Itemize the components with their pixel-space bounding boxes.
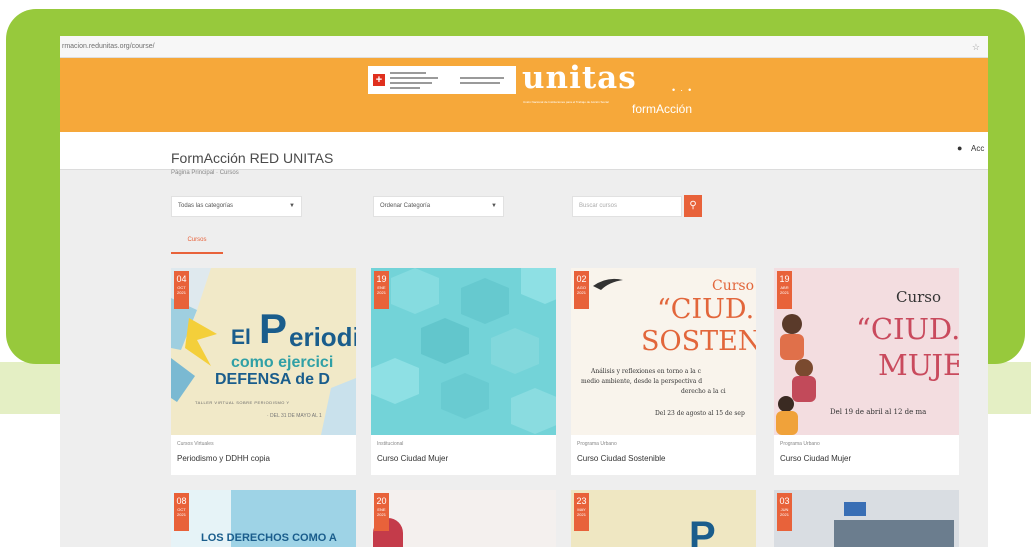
date-badge: 23 MAY 2021 xyxy=(574,493,589,531)
course-category: Institucional xyxy=(377,441,404,447)
art-line-1: El xyxy=(231,326,251,349)
art-line-5: TALLER VIRTUAL SOBRE PERIODISMO Y xyxy=(195,400,290,405)
course-card[interactable]: P 23 MAY 2021 xyxy=(571,490,756,547)
category-select-value: Todas las categorías xyxy=(178,203,234,209)
art-big-letter: P xyxy=(259,305,288,352)
address-bar[interactable]: rmacion.redunitas.org/course/ ☆ xyxy=(60,36,988,58)
date-year: 2021 xyxy=(780,290,789,295)
date-day: 08 xyxy=(176,496,187,506)
date-day: 20 xyxy=(376,496,387,506)
search-placeholder: Buscar cursos xyxy=(579,203,618,209)
cooperation-logo: + xyxy=(368,66,516,94)
date-badge: 08 OCT 2021 xyxy=(174,493,189,531)
course-category: Programa Urbano xyxy=(577,441,617,447)
url-text: rmacion.redunitas.org/course/ xyxy=(62,43,155,50)
date-badge: 20 ENE 2021 xyxy=(374,493,389,531)
art-dates: Del 19 de abril al 12 de ma xyxy=(830,408,927,416)
course-card[interactable]: Curso “CIUD. SOSTEN Análisis y reflexion… xyxy=(571,268,756,475)
course-card[interactable]: LOS DERECHOS COMO A 08 OCT 2021 xyxy=(171,490,356,547)
art-sosten: SOSTEN xyxy=(641,326,756,357)
art-line-3: como ejercici xyxy=(231,354,334,371)
art-line-4: DEFENSA de D xyxy=(215,371,330,388)
course-title[interactable]: Curso Ciudad Sostenible xyxy=(577,454,666,463)
course-card[interactable]: 03 JUN 2021 xyxy=(774,490,959,547)
date-year: 2021 xyxy=(377,512,386,517)
art-ciud: “CIUD. xyxy=(856,312,959,346)
login-link[interactable]: Acc xyxy=(971,144,984,153)
art-muje: MUJE xyxy=(878,348,959,382)
date-badge: 02 AGO 2021 xyxy=(574,271,589,309)
formaccion-logo: formAcción xyxy=(632,102,693,116)
date-day: 02 xyxy=(576,274,587,284)
course-card[interactable]: Curso “CIUD. MUJE Del 19 de abril al 12 … xyxy=(774,268,959,475)
unitas-tagline: Unión Nacional de Instituciones para el … xyxy=(523,100,609,104)
course-image: 19 ENE 2021 xyxy=(371,268,556,435)
course-card[interactable]: 20 ENE 2021 xyxy=(371,490,556,547)
order-select-value: Ordenar Categoría xyxy=(380,203,431,209)
date-badge: 19 ENE 2021 xyxy=(374,271,389,309)
date-year: 2021 xyxy=(577,512,586,517)
art-line-1: LOS DERECHOS COMO A xyxy=(201,532,337,544)
header-banner: + unitas Unión Nacional de Instituciones… xyxy=(60,58,988,132)
course-card[interactable]: 19 ENE 2021 Institucional Curso Ciudad Muj… xyxy=(371,268,556,475)
photo-crowd xyxy=(834,520,954,547)
slide-canvas: rmacion.redunitas.org/course/ ☆ + unitas… xyxy=(0,0,1031,547)
date-badge: 03 JUN 2021 xyxy=(777,493,792,531)
course-title[interactable]: Periodismo y DDHH copia xyxy=(177,454,270,463)
date-year: 2021 xyxy=(377,290,386,295)
date-year: 2021 xyxy=(780,512,789,517)
course-image: Curso “CIUD. MUJE Del 19 de abril al 12 … xyxy=(774,268,959,435)
date-day: 03 xyxy=(779,496,790,506)
photo-sign xyxy=(844,502,866,516)
date-badge: 04 OCT 2021 xyxy=(174,271,189,309)
art-dates: Del 23 de agosto al 15 de sep xyxy=(655,410,745,417)
art-desc-2: medio ambiente, desde la perspectiva d xyxy=(581,378,703,385)
art-curso: Curso xyxy=(896,288,942,306)
tab-cursos[interactable]: Cursos xyxy=(171,232,223,254)
date-badge: 19 ABR 2021 xyxy=(777,271,792,309)
art-desc-3: derecho a la ci xyxy=(681,388,726,395)
art-curso: Curso xyxy=(712,278,755,294)
stars-icon: •·• xyxy=(672,85,697,95)
unitas-logo: unitas xyxy=(522,60,637,96)
date-day: 19 xyxy=(376,274,387,284)
chevron-down-icon: ▼ xyxy=(289,203,295,209)
order-select[interactable]: Ordenar Categoría ▼ xyxy=(373,196,504,217)
art-desc-1: Análisis y reflexiones en torno a la c xyxy=(591,368,702,375)
breadcrumb[interactable]: Página Principal · Cursos xyxy=(171,170,239,176)
date-day: 19 xyxy=(779,274,790,284)
course-image: El P eriodi como ejercici DEFENSA de D T… xyxy=(171,268,356,435)
course-title[interactable]: Curso Ciudad Mujer xyxy=(780,454,851,463)
search-input[interactable]: Buscar cursos xyxy=(572,196,682,217)
art-ciud: “CIUD. xyxy=(657,294,755,325)
art-line-2: eriodi xyxy=(289,322,356,352)
bookmark-icon[interactable]: ☆ xyxy=(972,36,980,58)
search-button[interactable]: ⚲ xyxy=(684,195,702,217)
art-line-6: · DEL 31 DE MAYO AL 1 xyxy=(267,413,322,419)
course-category: Programa Urbano xyxy=(780,441,820,447)
course-title[interactable]: Curso Ciudad Mujer xyxy=(377,454,448,463)
course-category: Cursos Virtuales xyxy=(177,441,214,447)
category-select[interactable]: Todas las categorías ▼ xyxy=(171,196,302,217)
date-year: 2021 xyxy=(177,290,186,295)
search-icon: ⚲ xyxy=(689,200,697,211)
art-big-letter: P xyxy=(689,514,716,547)
hexagon-pattern xyxy=(371,268,556,434)
page-title: FormAcción RED UNITAS xyxy=(171,150,334,166)
date-year: 2021 xyxy=(177,512,186,517)
swiss-flag-icon: + xyxy=(373,74,385,86)
chevron-down-icon: ▼ xyxy=(491,203,497,209)
date-day: 23 xyxy=(576,496,587,506)
course-image: Curso “CIUD. SOSTEN Análisis y reflexion… xyxy=(571,268,756,435)
user-icon[interactable]: ● xyxy=(957,143,962,153)
course-card[interactable]: El P eriodi como ejercici DEFENSA de D T… xyxy=(171,268,356,475)
date-year: 2021 xyxy=(577,290,586,295)
website-screenshot: rmacion.redunitas.org/course/ ☆ + unitas… xyxy=(60,36,988,547)
date-day: 04 xyxy=(176,274,187,284)
